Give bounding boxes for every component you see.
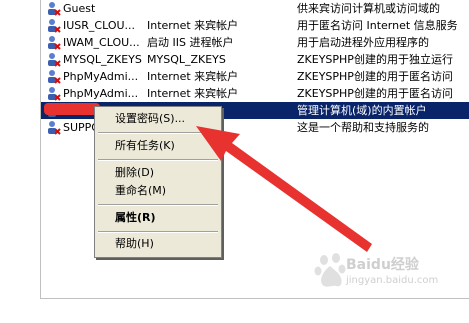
- menu-separator: [98, 159, 218, 161]
- user-description: 用于匿名访问 Internet 信息服务: [297, 19, 458, 32]
- user-row-mysql[interactable]: MYSQL_ZKEYS MYSQL_ZKEYS ZKEYSPHP创建的用于独立运…: [41, 51, 469, 68]
- user-full-name: Internet 来宾帐户: [147, 19, 239, 32]
- user-icon: [48, 19, 61, 33]
- redaction-mark: [44, 103, 100, 115]
- menu-item-delete[interactable]: 删除(D): [95, 164, 221, 182]
- menu-item-label: 删除(D): [115, 166, 155, 179]
- user-row-phpmyadmin-2[interactable]: PhpMyAdmi... Internet 来宾帐户 ZKEYSPHP创建的用于…: [41, 85, 469, 102]
- user-description: 这是一个帮助和支持服务的: [297, 121, 429, 134]
- menu-item-label: 属性(R): [115, 211, 156, 224]
- menu-item-properties[interactable]: 属性(R): [95, 209, 221, 227]
- user-row-iusr[interactable]: IUSR_CLOU... Internet 来宾帐户 用于匿名访问 Intern…: [41, 17, 469, 34]
- user-icon: [48, 121, 61, 135]
- menu-separator: [98, 231, 218, 233]
- user-name: Guest: [63, 2, 96, 15]
- user-description: 管理计算机(域)的内置帐户: [297, 104, 427, 117]
- menu-item-rename[interactable]: 重命名(M): [95, 182, 221, 200]
- user-icon: [48, 36, 61, 50]
- user-description: 用于启动进程外应用程序的: [297, 36, 429, 49]
- user-icon: [48, 53, 61, 67]
- context-menu: 设置密码(S)... 所有任务(K) 删除(D) 重命名(M) 属性(R) 帮助…: [94, 106, 222, 258]
- menu-item-set-password[interactable]: 设置密码(S)...: [95, 110, 221, 128]
- user-full-name: 启动 IIS 进程帐户: [147, 36, 234, 49]
- user-description: ZKEYSPHP创建的用于独立运行: [297, 53, 453, 66]
- watermark-subtext: jingyan.baidu.com: [346, 275, 439, 286]
- menu-item-label: 帮助(H): [115, 237, 154, 250]
- user-name: PhpMyAdmi...: [63, 70, 139, 83]
- menu-separator: [98, 204, 218, 206]
- user-name: IUSR_CLOU...: [63, 19, 136, 32]
- user-name: IWAM_CLOU...: [63, 36, 140, 49]
- user-full-name: Internet 来宾帐户: [147, 70, 239, 83]
- menu-item-all-tasks[interactable]: 所有任务(K): [95, 137, 221, 155]
- menu-item-help[interactable]: 帮助(H): [95, 235, 221, 253]
- user-row-guest[interactable]: Guest 供来宾访问计算机或访问域的: [41, 0, 469, 17]
- menu-item-label: 设置密码(S)...: [115, 112, 186, 125]
- menu-separator: [98, 132, 218, 134]
- user-name: MYSQL_ZKEYS: [63, 53, 142, 66]
- user-row-iwam[interactable]: IWAM_CLOU... 启动 IIS 进程帐户 用于启动进程外应用程序的: [41, 34, 469, 51]
- user-icon: [48, 70, 61, 84]
- watermark-text: Baidu经验: [346, 257, 419, 273]
- user-description: 供来宾访问计算机或访问域的: [297, 2, 440, 15]
- user-icon: [48, 87, 61, 101]
- user-row-phpmyadmin-1[interactable]: PhpMyAdmi... Internet 来宾帐户 ZKEYSPHP创建的用于…: [41, 68, 469, 85]
- menu-item-label: 所有任务(K): [115, 139, 175, 152]
- menu-item-label: 重命名(M): [115, 184, 167, 197]
- user-name: PhpMyAdmi...: [63, 87, 139, 100]
- user-full-name: Internet 来宾帐户: [147, 87, 239, 100]
- user-icon: [48, 2, 61, 16]
- user-description: ZKEYSPHP创建的用于匿名访问: [297, 70, 453, 83]
- user-description: ZKEYSPHP创建的用于匿名访问: [297, 87, 453, 100]
- user-full-name: MYSQL_ZKEYS: [147, 53, 226, 66]
